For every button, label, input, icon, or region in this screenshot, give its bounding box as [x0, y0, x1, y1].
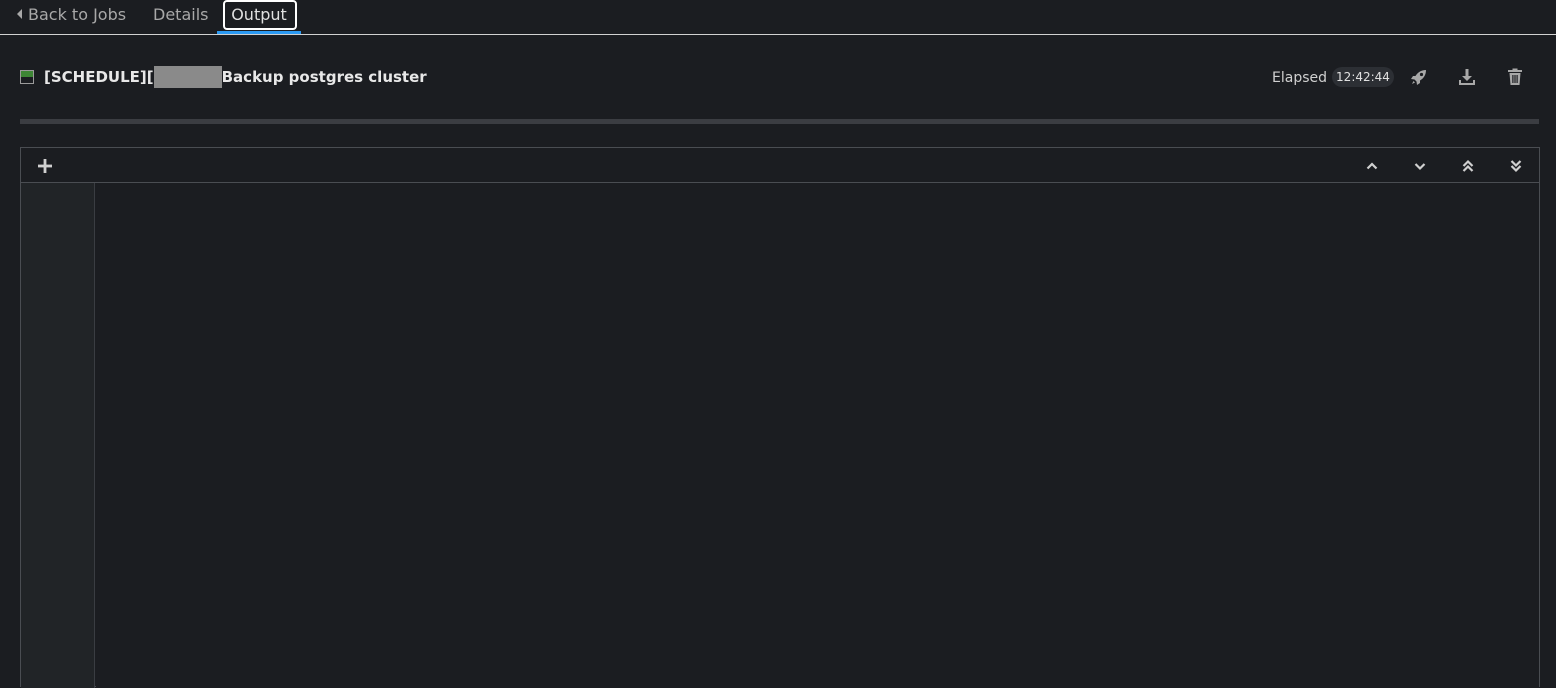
elapsed-label: Elapsed	[1272, 70, 1327, 86]
status-fill	[21, 71, 33, 77]
output-content[interactable]	[96, 183, 1539, 688]
job-title-suffix: Backup postgres cluster	[221, 68, 427, 86]
trash-icon	[1508, 68, 1522, 85]
scroll-down-button[interactable]	[1410, 156, 1430, 176]
tab-output[interactable]: Output	[217, 0, 301, 34]
scroll-bottom-button[interactable]	[1506, 156, 1526, 176]
tab-output-label: Output	[231, 5, 287, 24]
plus-icon	[38, 159, 52, 173]
tab-bar: Back to Jobs Details Output	[0, 0, 1556, 35]
output-toolbar	[21, 148, 1539, 183]
job-output-panel	[20, 147, 1540, 688]
double-chevron-up-icon	[1462, 159, 1474, 172]
elapsed-time-badge: 12:42:44	[1332, 67, 1394, 87]
chevron-down-icon	[1414, 163, 1426, 171]
relaunch-button[interactable]	[1409, 67, 1429, 87]
line-number-gutter	[21, 183, 95, 688]
job-title-prefix: [SCHEDULE][	[44, 68, 154, 86]
double-chevron-down-icon	[1510, 160, 1522, 173]
back-to-jobs-tab[interactable]: Back to Jobs	[17, 0, 126, 34]
delete-button[interactable]	[1505, 67, 1525, 87]
download-button[interactable]	[1457, 67, 1477, 87]
back-to-jobs-label: Back to Jobs	[28, 5, 127, 24]
tab-details[interactable]: Details	[153, 0, 208, 34]
job-title: [SCHEDULE][ Backup postgres cluster	[44, 66, 427, 88]
redacted-block	[153, 66, 222, 88]
rocket-icon	[1411, 70, 1426, 85]
job-status-icon	[20, 70, 34, 84]
chevron-up-icon	[1366, 162, 1378, 170]
expand-all-button[interactable]	[35, 156, 55, 176]
caret-left-icon	[17, 9, 22, 19]
tab-details-label: Details	[153, 5, 209, 24]
progress-bar	[20, 119, 1539, 124]
download-icon	[1459, 69, 1475, 85]
scroll-top-button[interactable]	[1458, 156, 1478, 176]
scroll-up-button[interactable]	[1362, 156, 1382, 176]
active-tab-indicator	[217, 31, 301, 34]
